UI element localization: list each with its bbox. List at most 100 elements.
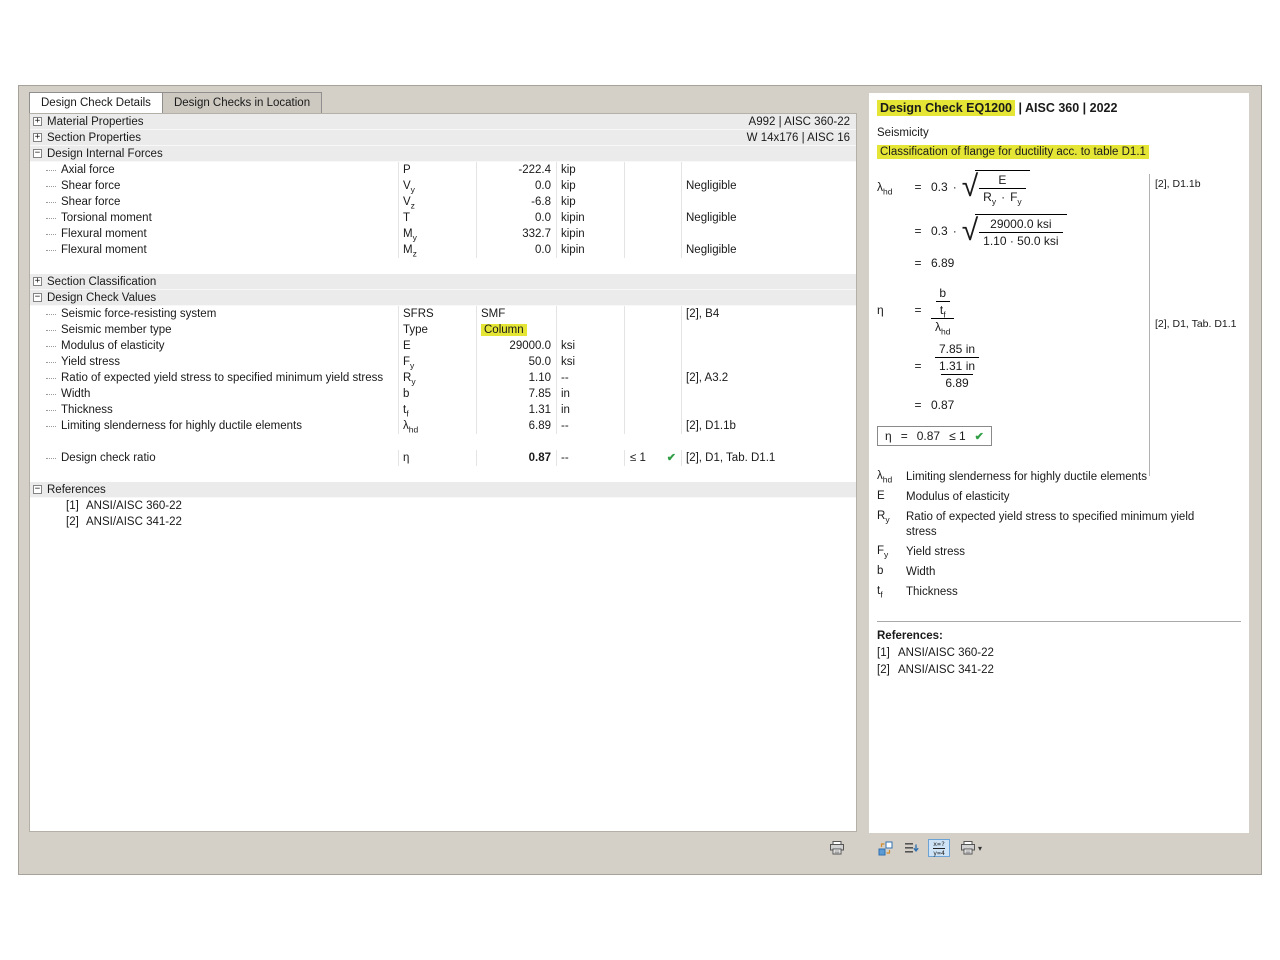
show-formulas-button[interactable]: x=? y=4 xyxy=(928,839,950,857)
row-symbol: Ry xyxy=(399,370,477,386)
legend-symbol: Ry xyxy=(877,510,906,539)
row-unit: kipin xyxy=(557,210,625,226)
detail-title: Design Check EQ1200 | AISC 360 | 2022 xyxy=(877,101,1241,115)
row-comparison xyxy=(625,322,682,338)
group-label: Section Properties xyxy=(47,130,141,146)
dropdown-caret-icon: ▾ xyxy=(978,844,982,853)
tree-connector-icon xyxy=(46,346,56,347)
row-comment: [2], A3.2 xyxy=(682,370,856,386)
print-detail-button[interactable]: ▾ xyxy=(955,839,987,857)
row-symbol: η xyxy=(399,450,477,466)
row-label-cell: Seismic member type xyxy=(30,322,399,338)
spacer-row xyxy=(30,466,856,482)
row-unit: kip xyxy=(557,178,625,194)
row-label: Axial force xyxy=(61,162,115,178)
expand-icon[interactable]: + xyxy=(33,133,42,142)
reference-number: [2] xyxy=(877,664,898,676)
row-symbol: Fy xyxy=(399,354,477,370)
row-comparison xyxy=(625,194,682,210)
expand-icon[interactable]: + xyxy=(33,277,42,286)
row-symbol: E xyxy=(399,338,477,354)
row-label-cell: Shear force xyxy=(30,178,399,194)
detail-section-label: Seismicity xyxy=(877,127,1241,139)
row-comparison: ≤ 1✔ xyxy=(625,450,682,466)
row-label: Ratio of expected yield stress to specif… xyxy=(61,370,383,386)
row-label: Flexural moment xyxy=(61,242,147,258)
result-list-icon xyxy=(905,842,920,855)
table-row: Shear forceVy0.0kipNegligible xyxy=(30,178,856,194)
reference-number: [1] xyxy=(66,498,86,514)
separator-line xyxy=(877,621,1241,622)
row-label: Modulus of elasticity xyxy=(61,338,165,354)
table-row: Design check ratioη0.87--≤ 1✔[2], D1, Ta… xyxy=(30,450,856,466)
tab-design-checks-in-location[interactable]: Design Checks in Location xyxy=(163,92,322,113)
tree-connector-icon xyxy=(46,330,56,331)
legend-text: Ratio of expected yield stress to specif… xyxy=(906,510,1218,539)
reference-row: [1]ANSI/AISC 360-22 xyxy=(30,498,856,514)
row-label-cell: Axial force xyxy=(30,162,399,178)
row-label-cell: Design check ratio xyxy=(30,450,399,466)
row-label-cell: Flexural moment xyxy=(30,242,399,258)
reference-number: [2] xyxy=(66,514,86,530)
row-unit: ksi xyxy=(557,354,625,370)
group-row: −Design Check Values xyxy=(30,290,856,306)
legend-symbol: λhd xyxy=(877,470,906,485)
row-comment: [2], D1.1b xyxy=(682,418,856,434)
legend-symbol: tf xyxy=(877,585,906,600)
row-value-cell: -222.4 xyxy=(477,162,557,178)
row-unit: kipin xyxy=(557,226,625,242)
row-comparison xyxy=(625,386,682,402)
row-value: 7.85 xyxy=(529,388,551,400)
row-label: Yield stress xyxy=(61,354,120,370)
row-comparison xyxy=(625,306,682,322)
printer-icon xyxy=(829,841,845,855)
substitute-values-button[interactable] xyxy=(874,839,896,857)
row-value: -222.4 xyxy=(518,164,551,176)
collapse-icon[interactable]: − xyxy=(33,149,42,158)
tree-connector-icon xyxy=(46,250,56,251)
tree-connector-icon xyxy=(46,314,56,315)
row-comparison xyxy=(625,402,682,418)
row-value-cell: 7.85 xyxy=(477,386,557,402)
tree-connector-icon xyxy=(46,458,56,459)
row-label: Shear force xyxy=(61,178,120,194)
group-label: Section Classification xyxy=(47,274,156,290)
legend-text: Thickness xyxy=(906,585,1218,600)
result-list-button[interactable] xyxy=(901,839,923,857)
formula-block: [2], D1.1b [2], D1, Tab. D1.1 λhd = 0.3 … xyxy=(877,170,1241,446)
table-row: Limiting slenderness for highly ductile … xyxy=(30,418,856,434)
collapse-icon[interactable]: − xyxy=(33,485,42,494)
expand-icon[interactable]: + xyxy=(33,117,42,126)
row-label: Thickness xyxy=(61,402,113,418)
tree-connector-icon xyxy=(46,218,56,219)
row-value-cell: 0.0 xyxy=(477,242,557,258)
row-comment xyxy=(682,354,856,370)
comparison-text: ≤ 1 xyxy=(630,450,646,466)
design-check-id: Design Check EQ1200 xyxy=(877,100,1015,116)
row-comment: Negligible xyxy=(682,242,856,258)
legend-row: λhdLimiting slenderness for highly ducti… xyxy=(877,470,1241,485)
row-label: Seismic force-resisting system xyxy=(61,306,216,322)
row-label: Torsional moment xyxy=(61,210,152,226)
row-label: Flexural moment xyxy=(61,226,147,242)
group-right-text: A992 | AISC 360-22 xyxy=(749,114,856,130)
row-label: Design check ratio xyxy=(61,450,156,466)
formula-reference-a: [2], D1.1b xyxy=(1155,178,1201,190)
tree-connector-icon xyxy=(46,410,56,411)
table-row: Seismic force-resisting systemSFRSSMF[2]… xyxy=(30,306,856,322)
row-symbol: SFRS xyxy=(399,306,477,322)
formula-line-5: = 7.85 in 1.31 in 6.89 xyxy=(877,342,1241,390)
print-table-button[interactable] xyxy=(826,839,848,857)
row-value: 1.31 xyxy=(529,404,551,416)
reference-label: ANSI/AISC 360-22 xyxy=(898,647,994,659)
row-value: 0.87 xyxy=(529,452,551,464)
row-label-cell: Modulus of elasticity xyxy=(30,338,399,354)
table-row: Modulus of elasticityE29000.0ksi xyxy=(30,338,856,354)
tree-connector-icon xyxy=(46,202,56,203)
row-symbol: Type xyxy=(399,322,477,338)
tab-bar: Design Check Details Design Checks in Lo… xyxy=(29,92,322,114)
row-comment: [2], D1, Tab. D1.1 xyxy=(682,450,856,466)
tree-connector-icon xyxy=(46,186,56,187)
collapse-icon[interactable]: − xyxy=(33,293,42,302)
tab-design-check-details[interactable]: Design Check Details xyxy=(29,92,163,114)
